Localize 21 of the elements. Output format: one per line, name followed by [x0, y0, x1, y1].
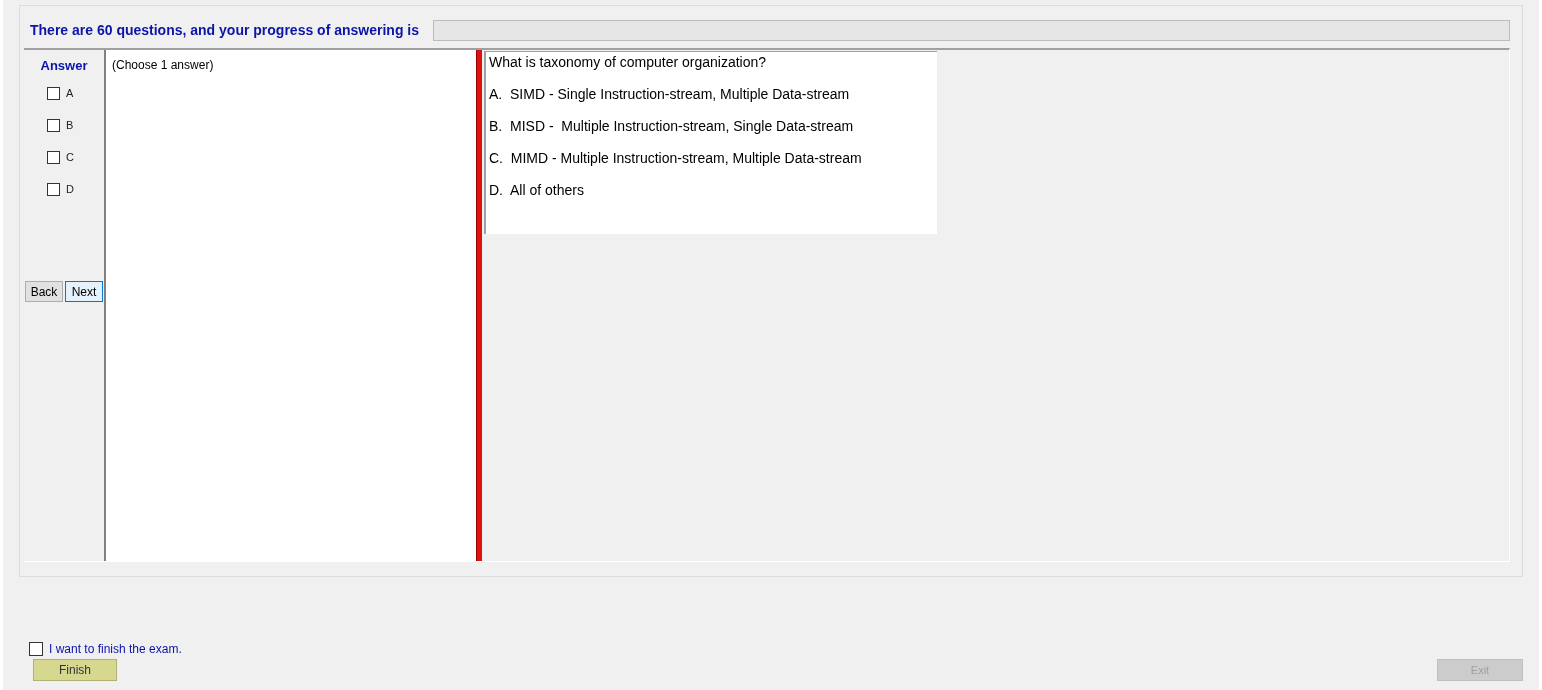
nav-button[interactable]: Next	[65, 281, 103, 302]
answer-checkbox[interactable]	[47, 118, 60, 132]
question-option: C. MIMD - Multiple Instruction-stream, Multiple Data-stream	[489, 150, 934, 166]
question-text: What is taxonomy of computer organization?	[489, 54, 768, 70]
answer-option-label: C	[66, 151, 74, 163]
answer-checkbox[interactable]	[47, 150, 60, 164]
nav-button[interactable]: Back	[25, 281, 63, 302]
question-option: A. SIMD - Single Instruction-stream, Multiple Data-stream	[489, 86, 934, 102]
finish-confirm-label: I want to finish the exam.	[49, 642, 182, 656]
answer-heading: Answer	[40, 58, 88, 73]
question-option: D. All of others	[489, 182, 934, 198]
answer-option-label: D	[66, 183, 74, 195]
question-count-text: There are 60 questions, and your progress of answering is	[30, 22, 419, 38]
instruction-text: (Choose 1 answer)	[112, 58, 214, 72]
answer-option-label: B	[66, 119, 74, 131]
answer-option-label: A	[66, 87, 74, 99]
finish-checkbox[interactable]	[29, 642, 43, 656]
answer-checkbox[interactable]	[47, 182, 60, 196]
answer-checkbox[interactable]	[47, 86, 60, 100]
question-option: B. MISD - Multiple Instruction-stream, Single Data-stream	[489, 118, 934, 134]
finish-button[interactable]: Finish	[33, 659, 117, 681]
